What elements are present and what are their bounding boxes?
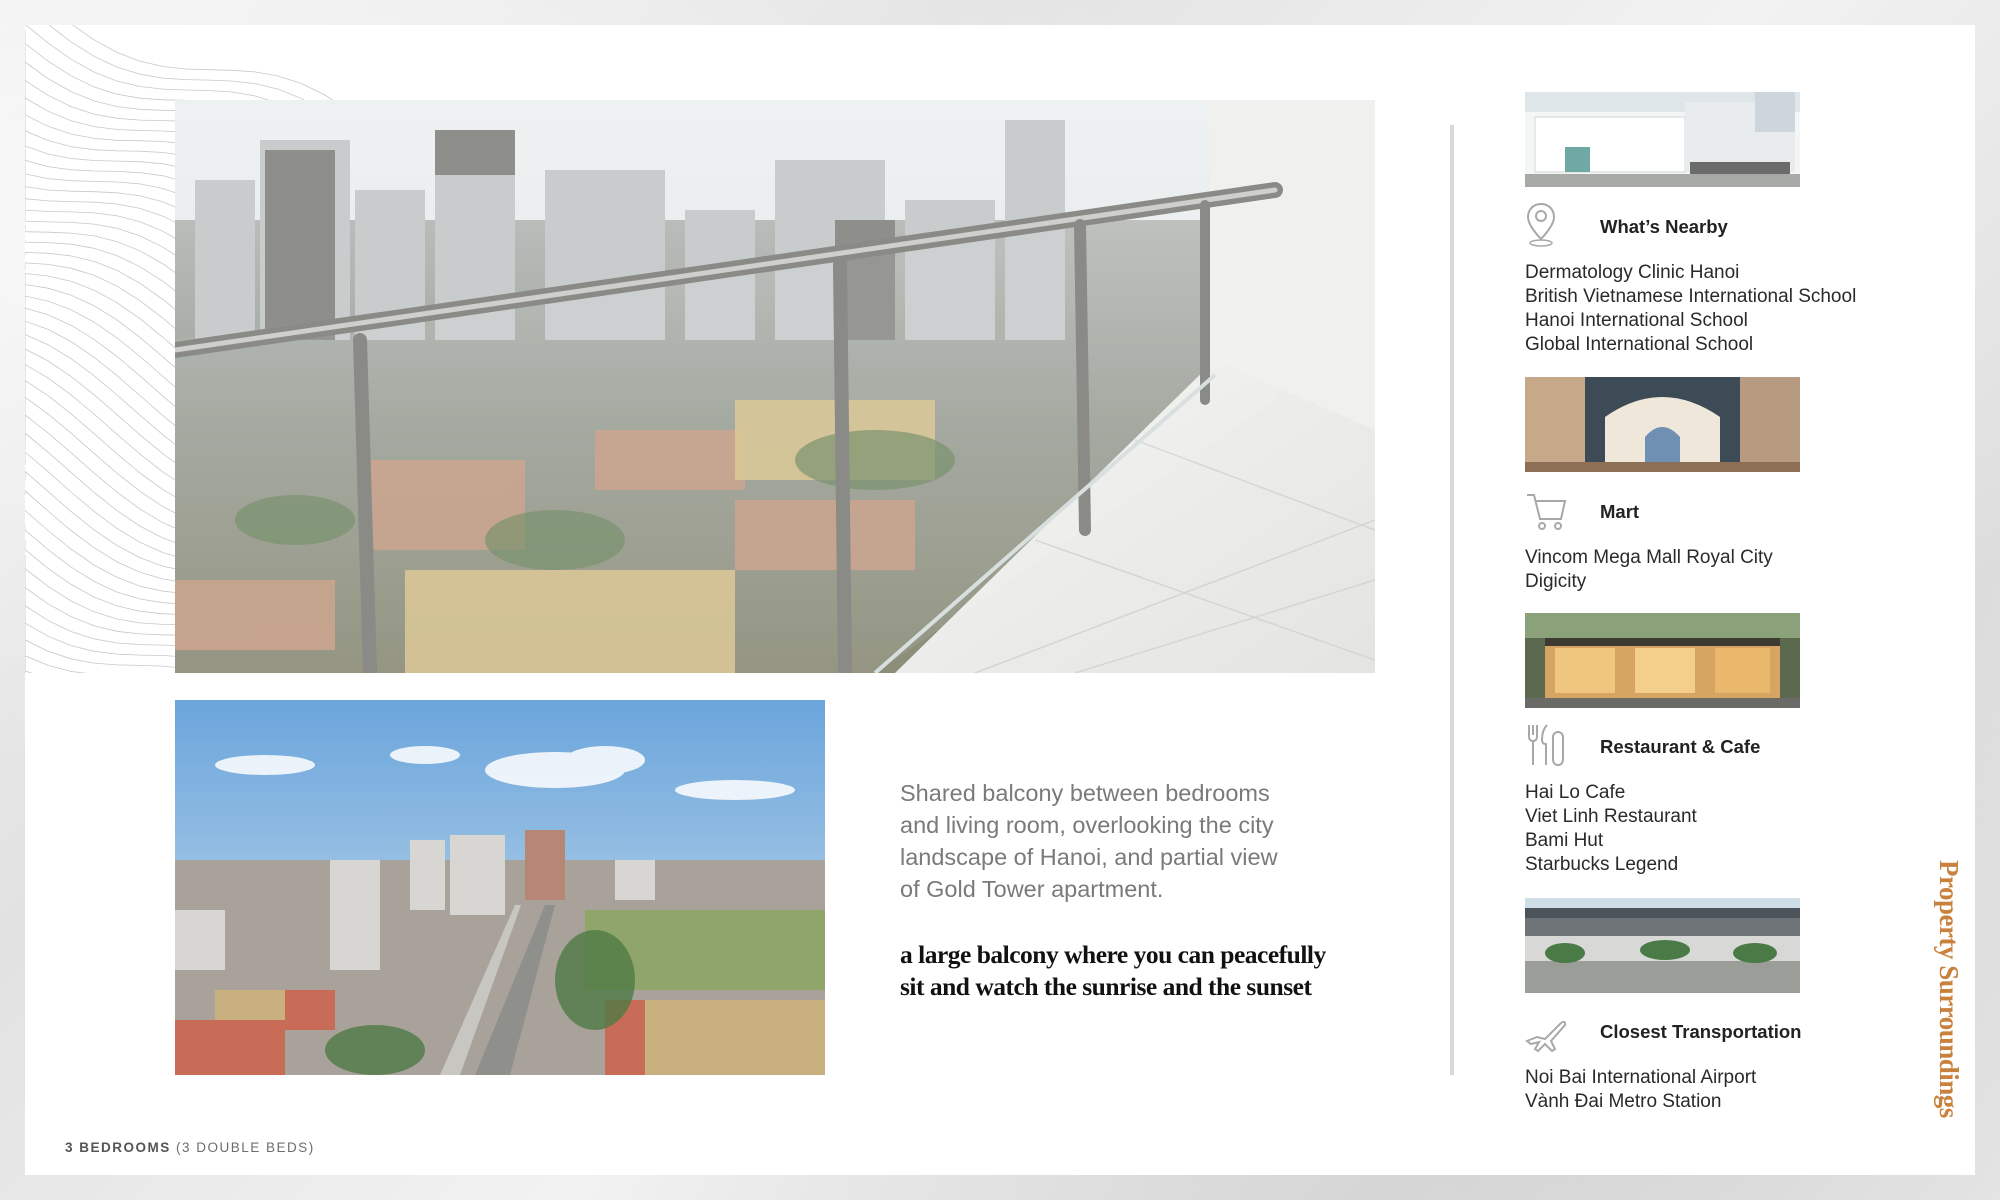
bedrooms-label: 3 BEDROOMS [65, 1140, 171, 1155]
list-item: Global International School [1525, 334, 1754, 355]
restaurant-title: Restaurant & Cafe [1600, 736, 1761, 757]
balcony-description: Shared balcony between bedrooms and livi… [900, 780, 1278, 902]
list-item: Noi Bai International Airport [1525, 1067, 1757, 1088]
mart-title: Mart [1600, 501, 1640, 522]
nearby-list: Dermatology Clinic Hanoi British Vietnam… [1525, 261, 1856, 357]
list-item: Vincom Mega Mall Royal City [1525, 547, 1773, 568]
list-item: Hanoi International School [1525, 310, 1748, 331]
location-pin-icon [1525, 201, 1567, 247]
airplane-icon [1525, 1011, 1567, 1057]
column-divider [1450, 125, 1454, 1075]
list-item: Viet Linh Restaurant [1525, 806, 1697, 827]
transportation-list: Noi Bai International Airport Vành Đai M… [1525, 1066, 1756, 1114]
list-item: British Vietnamese International School [1525, 286, 1857, 307]
balcony-photo [175, 100, 1375, 673]
mart-list: Vincom Mega Mall Royal City Digicity [1525, 546, 1773, 594]
restaurant-photo [1525, 613, 1800, 708]
list-item: Vành Đai Metro Station [1525, 1091, 1722, 1112]
beds-label: (3 DOUBLE BEDS) [170, 1140, 315, 1155]
airport-photo [1525, 898, 1800, 993]
restaurant-list: Hai Lo Cafe Viet Linh Restaurant Bami Hu… [1525, 781, 1697, 877]
city-view-photo [175, 700, 825, 1075]
list-item: Bami Hut [1525, 830, 1604, 851]
nearby-photo [1525, 92, 1800, 187]
shopping-cart-icon [1525, 487, 1567, 533]
list-item: Hai Lo Cafe [1525, 782, 1626, 803]
list-item: Dermatology Clinic Hanoi [1525, 262, 1740, 283]
nearby-title: What’s Nearby [1600, 216, 1728, 237]
vertical-title-text: Property Surroundings [1934, 860, 1964, 1118]
footer-bedrooms-note: 3 BEDROOMS (3 DOUBLE BEDS) [65, 1140, 315, 1155]
brochure-page: Shared balcony between bedrooms and livi… [25, 25, 1975, 1175]
balcony-tagline: a large balcony where you can peacefully… [900, 940, 1326, 1001]
list-item: Starbucks Legend [1525, 854, 1679, 875]
utensils-icon [1525, 722, 1567, 768]
property-surroundings-heading: Property Surroundings [1933, 860, 1964, 1130]
mart-photo [1525, 377, 1800, 472]
list-item: Digicity [1525, 571, 1587, 592]
transportation-title: Closest Transportation [1600, 1021, 1802, 1042]
